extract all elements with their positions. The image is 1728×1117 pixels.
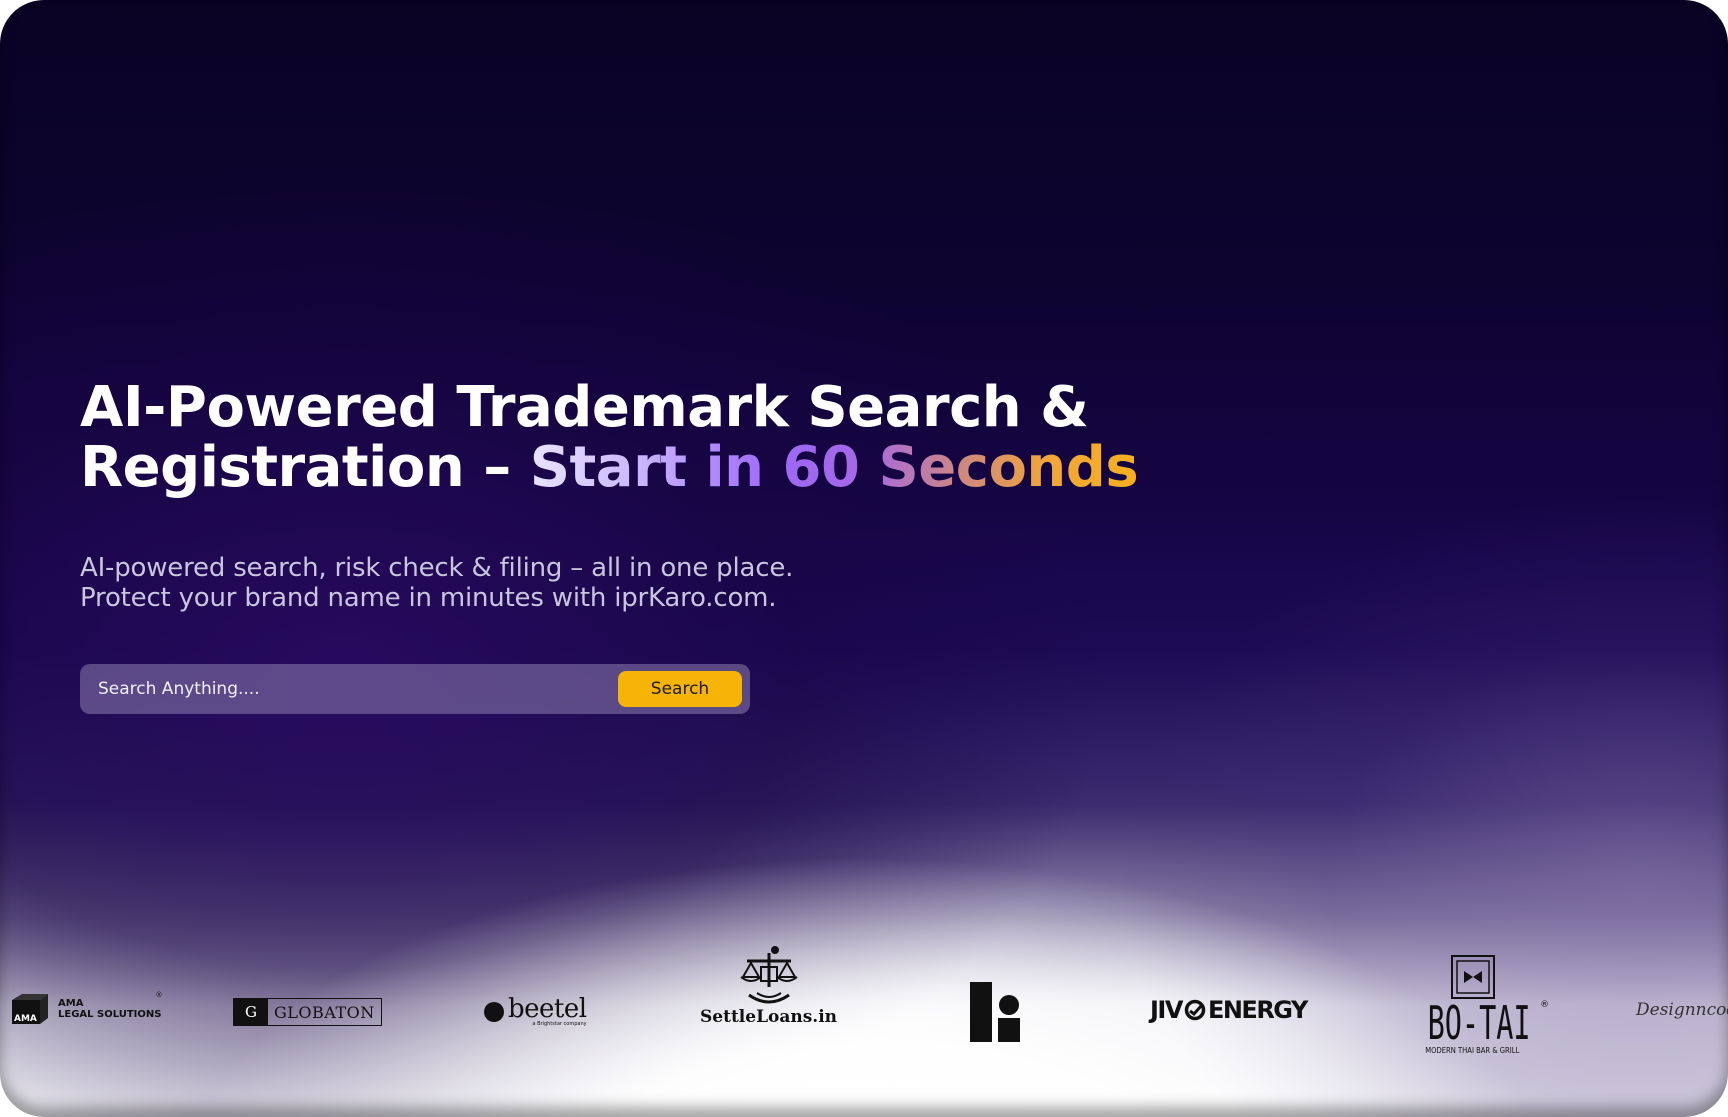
jivo-logo-text: JIV <box>1150 996 1183 1024</box>
search-bar: Search <box>80 664 750 714</box>
logo-ama-legal-solutions: AMA AMA LEGAL SOLUTIONS ® <box>10 991 163 1026</box>
designcode-logo-text: Designncode <box>1636 1000 1728 1020</box>
ama-cube-label: AMA <box>14 1014 37 1024</box>
subtitle-line-2: Protect your brand name in minutes with … <box>80 583 777 613</box>
globaton-mark: G <box>234 999 268 1025</box>
hero-text-block: AI-Powered Trademark Search & Registrati… <box>80 378 1180 498</box>
subtitle-line-1: AI-powered search, risk check & filing –… <box>80 553 794 583</box>
bo-tai-tagline: MODERN THAI BAR & GRILL <box>1425 1046 1520 1055</box>
logo-globaton: G GLOBATON <box>233 998 382 1026</box>
jivo-swirl-icon <box>1184 999 1206 1021</box>
bo-tai-emblem-icon <box>1450 955 1495 999</box>
logo-designcode: Designncode <box>1636 1000 1728 1020</box>
logo-beetel: beetel a Brightstar company <box>484 994 587 1027</box>
bo-tai-logo-text: BO-TAI <box>1427 996 1531 1050</box>
scales-of-justice-icon <box>739 946 798 1004</box>
headline-gradient-text: Start in 60 Seconds <box>529 435 1139 500</box>
beetel-logo-text: beetel <box>508 994 587 1024</box>
settleloans-logo-text: SettleLoans.in <box>700 1007 838 1027</box>
search-input[interactable] <box>96 670 618 708</box>
client-logo-strip: AMA AMA LEGAL SOLUTIONS ® G GLOBATON bee… <box>0 940 1728 1080</box>
hero-subtitle: AI-powered search, risk check & filing –… <box>80 553 793 613</box>
logo-bo-tai: BO-TAI ® MODERN THAI BAR & GRILL <box>1396 954 1549 1055</box>
ama-cube-icon: AMA <box>12 994 48 1024</box>
logo-settleloans: SettleLoans.in <box>700 945 837 1027</box>
globaton-logo-text: GLOBATON <box>274 1002 375 1022</box>
search-button[interactable]: Search <box>618 671 742 707</box>
logo-jivo-energy: JIV ENERGY <box>1150 996 1308 1024</box>
logo-monogram <box>970 982 1022 1042</box>
hero-section: AI-Powered Trademark Search & Registrati… <box>0 0 1728 1117</box>
monogram-logo-icon <box>970 982 1020 1042</box>
beetel-dot-icon <box>484 1002 504 1022</box>
ama-registered-mark: ® <box>155 991 163 999</box>
headline-line-1: AI-Powered Trademark Search & <box>80 375 1089 440</box>
ama-logo-subtitle: LEGAL SOLUTIONS <box>58 1009 162 1020</box>
ama-logo-name: AMA <box>58 998 84 1009</box>
beetel-tagline: a Brightstar company <box>532 1021 587 1027</box>
page-title: AI-Powered Trademark Search & Registrati… <box>80 378 1180 498</box>
bo-tai-registered-mark: ® <box>1540 1000 1550 1010</box>
headline-line-2-plain: Registration – <box>80 435 530 500</box>
jivo-energy-text: ENERGY <box>1207 996 1308 1024</box>
